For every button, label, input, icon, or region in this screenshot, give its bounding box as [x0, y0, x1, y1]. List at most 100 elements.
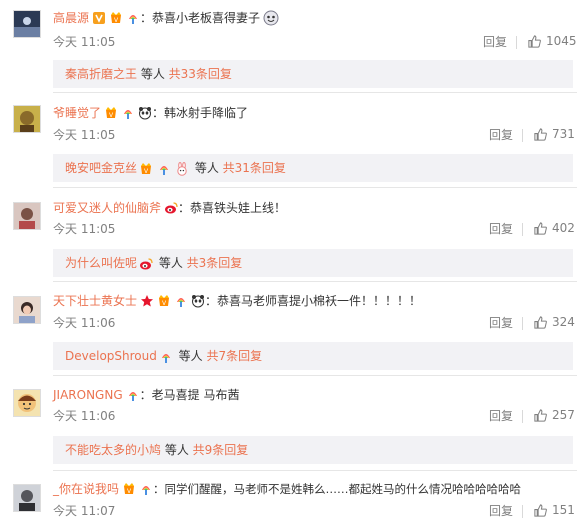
sub-reply-count[interactable]: 共3条回复: [187, 256, 243, 270]
sub-reply-summary[interactable]: 为什么叫佐呢 等人 共3条回复: [53, 249, 573, 277]
reply-button[interactable]: 回复: [483, 34, 507, 50]
vip-badge-icon: V: [122, 482, 136, 496]
v-badge-icon: [92, 11, 106, 25]
comment-item: _你在说我吗 V ：同学们醒醒，马老师不是姓韩么……都起姓马的什么情况哈哈哈哈哈…: [0, 471, 577, 529]
sub-reply-text: 等人: [191, 161, 223, 175]
comment-text: ：同学们醒醒，马老师不是姓韩么……都起姓马的什么情况哈哈哈哈哈哈: [153, 482, 522, 496]
comment-header: 可爱又迷人的仙脑斧 ：恭喜铁头娃上线！: [53, 199, 286, 217]
vip-badge-icon: V: [157, 294, 171, 308]
sub-reply-summary[interactable]: DevelopShroud 等人 共7条回复: [53, 342, 573, 370]
comment-time: 今天 11:07: [53, 504, 116, 518]
comment-header: 高晨源 V ：恭喜小老板喜得妻子: [53, 9, 279, 27]
sub-reply-summary[interactable]: 不能吃太多的小鸠 等人 共9条回复: [53, 436, 573, 464]
laughing-cry-emoji: [263, 10, 279, 26]
rainbow-badge-icon: [157, 162, 171, 176]
panda-badge-icon: [191, 294, 205, 308]
rainbow-badge-icon: [159, 350, 173, 364]
username-link[interactable]: JIARONGNG: [53, 386, 123, 404]
comment-item: 高晨源 V ：恭喜小老板喜得妻子 今天 11:05 回复 1045 秦高折磨之王…: [0, 0, 577, 93]
like-button[interactable]: 151: [533, 502, 575, 518]
action-divider: [522, 505, 523, 518]
sub-reply-user[interactable]: 为什么叫佐呢: [65, 256, 137, 270]
sub-reply-count[interactable]: 共33条回复: [169, 67, 232, 81]
vip-badge-icon: V: [109, 11, 123, 25]
like-count: 324: [552, 315, 575, 329]
avatar[interactable]: [13, 296, 41, 324]
reply-button[interactable]: 回复: [489, 408, 513, 424]
comment-time: 今天 11:06: [53, 409, 116, 423]
username-link[interactable]: 天下壮士黄女士: [53, 292, 137, 310]
reply-button[interactable]: 回复: [489, 221, 513, 237]
avatar[interactable]: [13, 105, 41, 133]
sub-reply-summary[interactable]: 秦高折磨之王 等人 共33条回复: [53, 60, 573, 88]
vip-badge-icon: V: [104, 106, 118, 120]
thumbs-up-icon: [534, 315, 547, 329]
thumbs-up-icon: [534, 503, 547, 517]
comment-time: 今天 11:05: [53, 222, 116, 236]
comment-header: JIARONGNG ：老马喜提 马布茜: [53, 386, 239, 404]
sub-reply-count[interactable]: 共31条回复: [223, 161, 286, 175]
comment-time: 今天 11:05: [53, 128, 116, 142]
like-count: 731: [552, 127, 575, 141]
action-divider: [522, 410, 523, 423]
comment-text: ：恭喜铁头娃上线！: [178, 201, 287, 215]
like-button[interactable]: 324: [533, 314, 575, 330]
username-link[interactable]: _你在说我吗: [53, 480, 119, 498]
avatar[interactable]: [13, 202, 41, 230]
username-link[interactable]: 可爱又迷人的仙脑斧: [53, 199, 161, 217]
sub-reply-count[interactable]: 共9条回复: [193, 443, 249, 457]
sub-reply-summary[interactable]: 晚安吧金克丝 V 等人 共31条回复: [53, 154, 573, 182]
comment-text: ：恭喜小老板喜得妻子: [140, 11, 261, 25]
comment-time: 今天 11:06: [53, 316, 116, 330]
sub-reply-text: 等人: [174, 349, 207, 363]
comment-item: 可爱又迷人的仙脑斧 ：恭喜铁头娃上线！ 今天 11:05 回复 402 为什么叫…: [0, 188, 577, 282]
thumbs-up-icon: [534, 408, 547, 422]
sub-reply-count[interactable]: 共7条回复: [207, 349, 263, 363]
like-button[interactable]: 1045: [527, 33, 577, 49]
bunny-badge-icon: [175, 161, 189, 176]
rainbow-badge-icon: [139, 482, 153, 496]
like-button[interactable]: 257: [533, 407, 575, 423]
thumbs-up-icon: [528, 34, 541, 48]
sub-reply-user[interactable]: 秦高折磨之王: [65, 67, 137, 81]
sub-reply-text: 等人: [137, 67, 169, 81]
comment-item: JIARONGNG ：老马喜提 马布茜 今天 11:06 回复 257 不能吃太…: [0, 376, 577, 471]
rainbow-badge-icon: [174, 294, 188, 308]
rainbow-badge-icon: [126, 11, 140, 25]
avatar[interactable]: [13, 484, 41, 512]
comment-item: 天下壮士黄女士 V ：恭喜马老师喜提小棉袄一件！！！！！ 今天 11:06 回复…: [0, 282, 577, 376]
action-divider: [522, 317, 523, 330]
sub-reply-user[interactable]: 晚安吧金克丝: [65, 161, 137, 175]
action-divider: [522, 223, 523, 236]
reply-button[interactable]: 回复: [489, 127, 513, 143]
thumbs-up-icon: [534, 221, 547, 235]
rainbow-badge-icon: [121, 106, 135, 120]
like-count: 151: [552, 503, 575, 517]
rainbow-badge-icon: [126, 388, 140, 402]
comment-text: ：恭喜马老师喜提小棉袄一件！！！！！: [205, 294, 422, 308]
panda-badge-icon: [138, 106, 152, 120]
comment-header: 天下壮士黄女士 V ：恭喜马老师喜提小棉袄一件！！！！！: [53, 292, 421, 310]
like-count: 257: [552, 408, 575, 422]
sub-reply-text: 等人: [155, 256, 187, 270]
star-badge-icon: [140, 294, 154, 308]
comment-text: ：老马喜提 马布茜: [139, 388, 240, 402]
username-link[interactable]: 爷睡觉了: [53, 104, 101, 122]
avatar[interactable]: [13, 10, 41, 38]
action-divider: [516, 36, 517, 49]
username-link[interactable]: 高晨源: [53, 9, 89, 27]
thumbs-up-icon: [534, 127, 547, 141]
weibo-badge-icon: [139, 257, 153, 271]
sub-reply-user[interactable]: 不能吃太多的小鸠: [65, 443, 161, 457]
avatar[interactable]: [13, 389, 41, 417]
sub-reply-user[interactable]: DevelopShroud: [65, 349, 157, 363]
comment-header: 爷睡觉了 V ：韩冰射手降临了: [53, 104, 248, 122]
reply-button[interactable]: 回复: [489, 315, 513, 331]
comment-text: ：韩冰射手降临了: [152, 106, 249, 120]
like-button[interactable]: 731: [533, 126, 575, 142]
like-count: 402: [552, 221, 575, 235]
action-divider: [522, 129, 523, 142]
like-button[interactable]: 402: [533, 220, 575, 236]
comment-time: 今天 11:05: [53, 35, 116, 49]
reply-button[interactable]: 回复: [489, 503, 513, 519]
